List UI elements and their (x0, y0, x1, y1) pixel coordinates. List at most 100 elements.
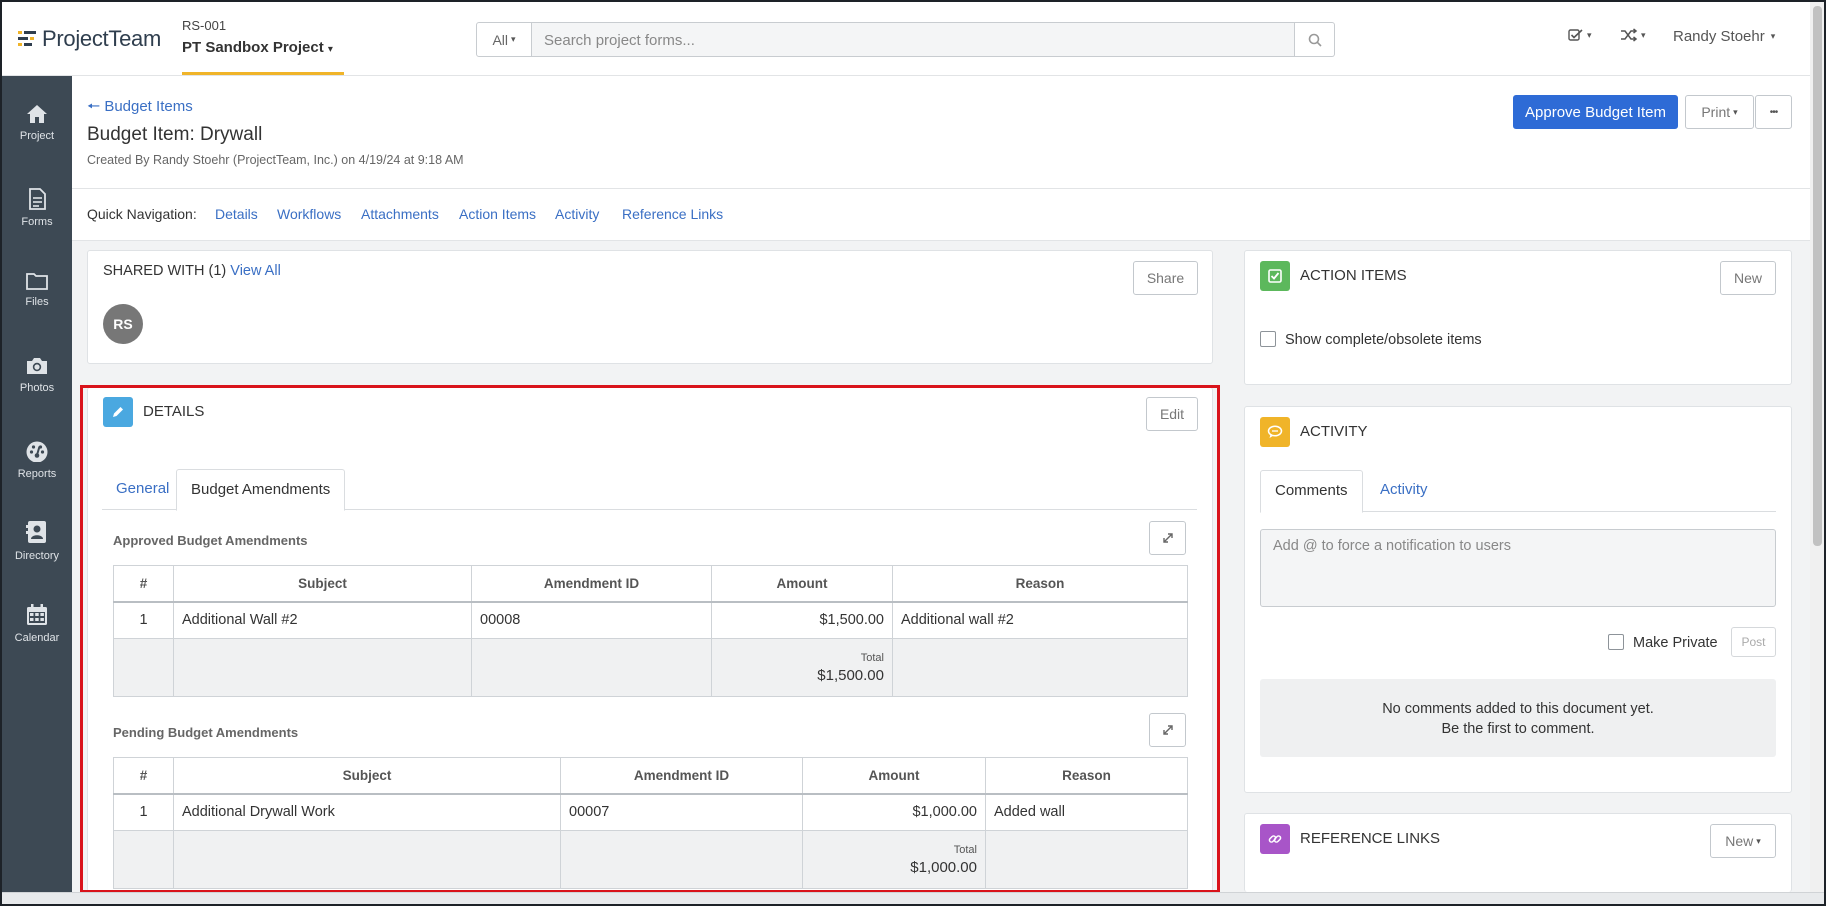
sidebar-item-directory[interactable]: Directory (2, 520, 72, 562)
activity-tabs: Comments Activity (1260, 470, 1776, 513)
user-name: Randy Stoehr (1673, 28, 1765, 45)
share-button[interactable]: Share (1133, 261, 1198, 295)
switch-menu[interactable]: ▾ (1620, 28, 1646, 42)
action-items-title: ACTION ITEMS (1300, 267, 1407, 284)
post-button[interactable]: Post (1731, 627, 1776, 657)
search-scope-label: All (492, 31, 509, 48)
created-by: Created By Randy Stoehr (ProjectTeam, In… (87, 153, 464, 167)
checklist-icon (1568, 29, 1583, 41)
comment-input[interactable]: Add @ to force a notification to users (1260, 529, 1776, 607)
app-logo[interactable]: ProjectTeam (18, 26, 161, 52)
quicknav-details[interactable]: Details (215, 206, 258, 222)
top-bar: ProjectTeam RS-001 PT Sandbox Project ▾ … (2, 2, 1810, 76)
search-bar: All ▾ Search project forms... (476, 22, 1335, 57)
sidebar-item-label: Project (19, 130, 55, 142)
quick-navigation: Quick Navigation: Details Workflows Atta… (72, 189, 1810, 241)
page-header: 🠔 Budget Items Budget Item: Drywall Crea… (72, 76, 1810, 189)
new-action-item-button[interactable]: New (1720, 261, 1776, 295)
dashboard-icon (26, 441, 48, 462)
shared-with-header: SHARED WITH (1) View All (103, 263, 281, 279)
sidebar-item-forms[interactable]: Forms (2, 188, 72, 228)
chevron-down-icon: ▾ (1733, 106, 1738, 117)
quicknav-reference-links[interactable]: Reference Links (622, 206, 723, 222)
back-link[interactable]: 🠔 Budget Items (87, 96, 193, 121)
folder-icon (26, 273, 48, 290)
chevron-down-icon: ▾ (1641, 29, 1646, 40)
project-selector[interactable]: RS-001 PT Sandbox Project ▾ (182, 18, 333, 56)
sidebar-item-project[interactable]: Project (2, 104, 72, 142)
search-button[interactable] (1295, 22, 1335, 57)
tasks-menu[interactable]: ▾ (1568, 28, 1592, 42)
highlight-outline (80, 385, 1220, 893)
bottom-strip (2, 892, 1824, 904)
tab-comments[interactable]: Comments (1260, 470, 1363, 513)
sidebar-item-label: Reports (17, 468, 57, 480)
chevron-down-icon: ▾ (1770, 31, 1776, 41)
chevron-down-icon: ▾ (327, 44, 333, 55)
home-icon (27, 105, 47, 123)
link-icon (1260, 824, 1290, 854)
quick-navigation-label: Quick Navigation: (87, 206, 197, 222)
sidebar-item-reports[interactable]: Reports (2, 440, 72, 480)
print-button[interactable]: Print ▾ (1685, 95, 1754, 129)
search-icon (1308, 33, 1322, 47)
show-complete-label: Show complete/obsolete items (1285, 332, 1482, 348)
tab-activity[interactable]: Activity (1366, 470, 1442, 511)
scrollbar-thumb[interactable] (1813, 6, 1822, 546)
arrow-left-icon: 🠔 (87, 98, 101, 115)
make-private-label: Make Private (1633, 635, 1718, 651)
empty-comments-line1: No comments added to this document yet. (1382, 701, 1654, 717)
reference-links-title: REFERENCE LINKS (1300, 830, 1441, 847)
comment-icon (1260, 417, 1290, 447)
logo-icon (18, 31, 36, 46)
page-title: Budget Item: Drywall (87, 124, 263, 145)
activity-title: ACTIVITY (1300, 423, 1368, 440)
view-all-link[interactable]: View All (230, 263, 281, 279)
sidebar-item-label: Calendar (14, 632, 60, 644)
more-options-button[interactable]: ••• (1755, 95, 1792, 129)
shared-with-title: SHARED WITH (1) (103, 263, 227, 279)
back-link-label: Budget Items (104, 98, 193, 115)
camera-icon (27, 358, 47, 374)
quicknav-attachments[interactable]: Attachments (361, 206, 439, 222)
search-input[interactable]: Search project forms... (532, 22, 1295, 57)
project-active-underline (182, 72, 344, 75)
project-name-row: PT Sandbox Project ▾ (182, 39, 333, 56)
page-scrollbar[interactable] (1810, 2, 1824, 892)
quicknav-activity[interactable]: Activity (555, 206, 599, 222)
sidebar-item-photos[interactable]: Photos (2, 356, 72, 394)
user-menu[interactable]: Randy Stoehr ▾ (1673, 28, 1775, 45)
avatar[interactable]: RS (103, 304, 143, 344)
calendar-icon (27, 604, 47, 625)
contact-book-icon (26, 521, 46, 543)
make-private-checkbox[interactable] (1608, 634, 1624, 650)
reference-links-panel: REFERENCE LINKS New ▾ (1244, 813, 1792, 892)
chevron-down-icon: ▾ (1587, 29, 1592, 40)
document-icon (29, 188, 46, 210)
search-scope-dropdown[interactable]: All ▾ (476, 22, 532, 57)
logo-text: ProjectTeam (42, 26, 161, 51)
print-button-label: Print (1701, 104, 1731, 120)
shared-with-panel: SHARED WITH (1) View All Share RS (87, 250, 1213, 364)
chevron-down-icon: ▾ (1756, 835, 1761, 846)
empty-comments-message: No comments added to this document yet. … (1260, 679, 1776, 757)
new-reference-link-button[interactable]: New ▾ (1710, 824, 1776, 858)
quicknav-workflows[interactable]: Workflows (277, 206, 341, 222)
sidebar: Project Forms Files Photos Reports Direc… (2, 76, 72, 892)
check-square-icon (1260, 261, 1290, 291)
approve-budget-item-button[interactable]: Approve Budget Item (1513, 95, 1678, 129)
sidebar-item-files[interactable]: Files (2, 272, 72, 308)
project-code: RS-001 (182, 18, 227, 33)
empty-comments-line2: Be the first to comment. (1441, 721, 1595, 737)
quicknav-action-items[interactable]: Action Items (459, 206, 536, 222)
new-reference-link-label: New (1725, 833, 1754, 849)
chevron-down-icon: ▾ (511, 34, 516, 44)
shuffle-icon (1621, 28, 1638, 42)
sidebar-item-label: Photos (19, 382, 55, 394)
show-complete-checkbox[interactable] (1260, 331, 1276, 347)
sidebar-item-label: Directory (14, 550, 59, 562)
action-items-panel: ACTION ITEMS New Show complete/obsolete … (1244, 250, 1792, 385)
project-name: PT Sandbox Project (182, 39, 324, 56)
sidebar-item-calendar[interactable]: Calendar (2, 604, 72, 644)
sidebar-item-label: Forms (21, 216, 53, 228)
